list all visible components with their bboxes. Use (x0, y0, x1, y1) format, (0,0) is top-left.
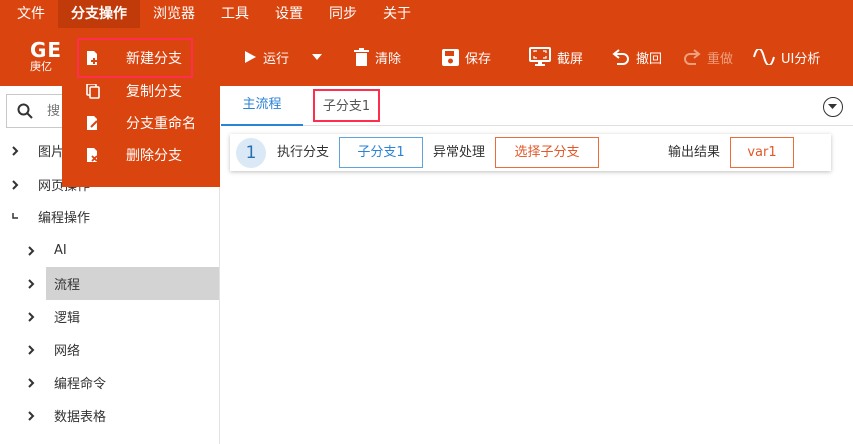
tree-item-commands[interactable]: 编程命令 (0, 366, 219, 399)
tab-sub-branch[interactable]: 子分支1 (313, 89, 380, 122)
chevron-right-icon (12, 146, 19, 156)
run-dropdown-button[interactable] (311, 28, 329, 86)
search-icon (17, 103, 33, 119)
screenshot-label: 截屏 (557, 51, 584, 67)
monitor-icon (529, 47, 551, 66)
tree-item-flow[interactable]: 流程 (46, 267, 219, 300)
menu-settings[interactable]: 设置 (262, 0, 316, 28)
exception-label: 异常处理 (433, 145, 486, 160)
output-value-field[interactable]: var1 (730, 137, 794, 168)
tree-item-label: 编程操作 (38, 211, 91, 226)
menu-browser[interactable]: 浏览器 (140, 0, 208, 28)
copy-branch-item[interactable]: 复制分支 (62, 75, 220, 107)
undo-button[interactable]: 撤回 (612, 28, 662, 86)
rename-branch-item[interactable]: 分支重命名 (62, 107, 220, 139)
tree-item-programming[interactable]: 编程操作 (0, 200, 219, 233)
undo-icon (612, 49, 629, 65)
tree-item-datatable[interactable]: 数据表格 (0, 399, 219, 432)
tree-item-label: 流程 (54, 278, 81, 293)
tree-item-network[interactable]: 网络 (0, 333, 219, 366)
wave-icon (753, 49, 775, 65)
tab-main-flow[interactable]: 主流程 (221, 86, 303, 126)
logo: GE 庚亿 (30, 40, 62, 73)
chevron-right-icon (12, 180, 19, 190)
new-branch-label: 新建分支 (126, 51, 182, 67)
menu-bar: 文件 分支操作 浏览器 工具 设置 同步 关于 (0, 0, 853, 28)
new-file-icon (87, 51, 97, 65)
chevron-right-icon (28, 411, 35, 421)
clear-label: 清除 (375, 51, 402, 67)
caret-down-icon (828, 104, 837, 109)
caret-down-icon (312, 54, 322, 60)
menu-about[interactable]: 关于 (370, 0, 424, 28)
tree-item-ai[interactable]: AI (0, 234, 219, 267)
tree-item-label: 网络 (54, 344, 81, 359)
save-button[interactable]: 保存 (442, 28, 491, 86)
undo-label: 撤回 (636, 51, 663, 67)
play-icon (245, 51, 256, 63)
expanded-corner-icon (12, 213, 18, 219)
new-branch-item[interactable]: 新建分支 (62, 42, 220, 74)
output-label: 输出结果 (668, 145, 721, 160)
delete-branch-label: 删除分支 (126, 148, 182, 164)
logo-text: GE (30, 38, 63, 62)
save-icon (442, 48, 459, 66)
menu-sync[interactable]: 同步 (316, 0, 370, 28)
tree-item-label: AI (54, 243, 67, 258)
tab-list-button[interactable] (823, 97, 843, 117)
trash-icon (354, 48, 369, 66)
menu-branch-ops[interactable]: 分支操作 (58, 0, 140, 28)
tree-item-label: 编程命令 (54, 377, 107, 392)
copy-branch-label: 复制分支 (126, 84, 182, 100)
redo-label: 重做 (707, 51, 734, 67)
branch-ops-dropdown: 新建分支 复制分支 分支重命名 删除分支 (62, 28, 220, 187)
exec-branch-label: 执行分支 (277, 145, 330, 160)
step-number-badge: 1 (236, 138, 266, 168)
run-label: 运行 (263, 51, 290, 67)
chevron-right-icon (28, 246, 35, 256)
clear-button[interactable]: 清除 (354, 28, 401, 86)
chevron-right-icon (28, 378, 35, 388)
redo-icon (684, 49, 701, 65)
edit-file-icon (87, 116, 98, 130)
redo-button[interactable]: 重做 (683, 28, 733, 86)
flow-tabs: 主流程 子分支1 (221, 86, 853, 126)
run-button[interactable]: 运行 (243, 28, 289, 86)
screenshot-button[interactable]: 截屏 (529, 28, 583, 86)
save-label: 保存 (465, 51, 492, 67)
chevron-right-icon (28, 312, 35, 322)
chevron-right-icon (28, 279, 35, 289)
tree-item-label: 逻辑 (54, 311, 81, 326)
ui-analysis-button[interactable]: UI分析 (753, 28, 820, 86)
menu-file[interactable]: 文件 (0, 0, 58, 28)
branch-value-field[interactable]: 子分支1 (339, 137, 423, 168)
flow-step-card[interactable]: 1 执行分支 子分支1 异常处理 选择子分支 输出结果 var1 (230, 134, 831, 171)
rename-branch-label: 分支重命名 (126, 116, 196, 132)
copy-icon (86, 84, 100, 99)
ui-analysis-label: UI分析 (781, 51, 821, 67)
tree-item-logic[interactable]: 逻辑 (0, 300, 219, 333)
menu-tools[interactable]: 工具 (208, 0, 262, 28)
delete-branch-item[interactable]: 删除分支 (62, 139, 220, 171)
tree-item-label: 图片 (38, 145, 65, 160)
chevron-right-icon (28, 345, 35, 355)
tree-item-label: 数据表格 (54, 410, 107, 425)
select-branch-button[interactable]: 选择子分支 (495, 137, 599, 168)
delete-file-icon (87, 148, 98, 162)
